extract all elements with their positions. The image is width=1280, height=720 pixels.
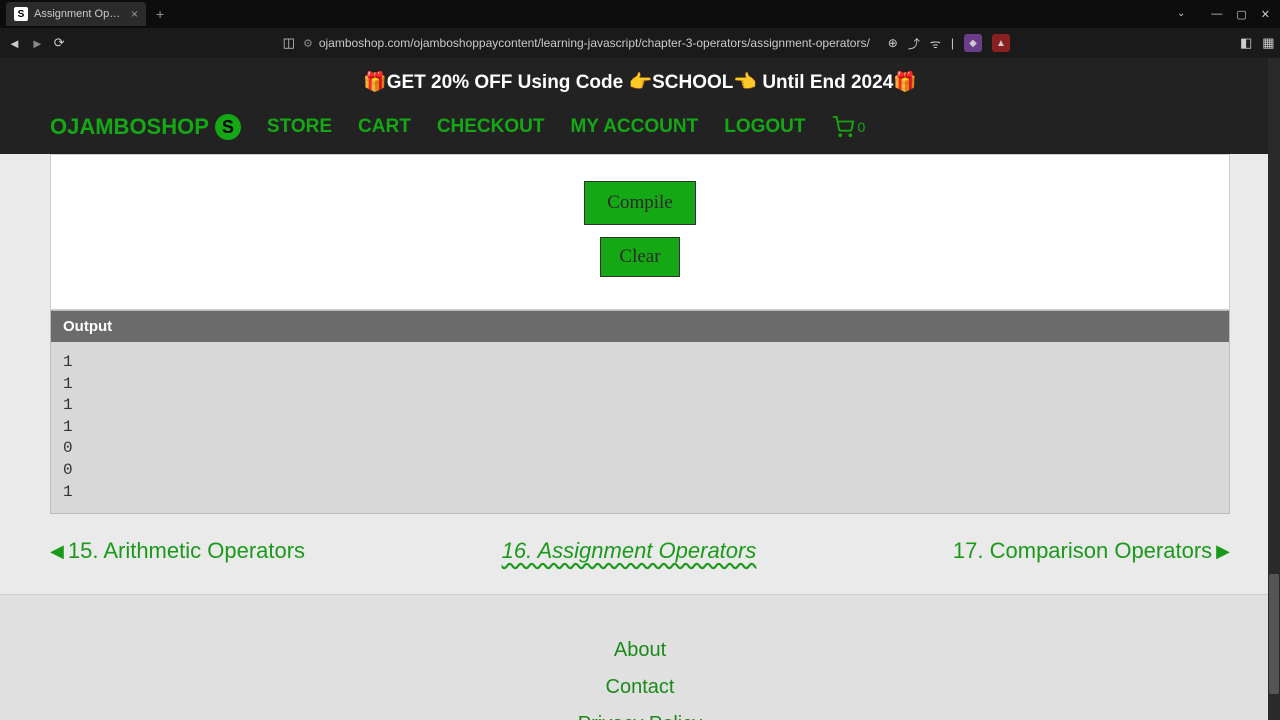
pagination: ◀ 15. Arithmetic Operators 16. Assignmen… (50, 514, 1230, 594)
url-bar[interactable]: ◫ ⚙ ojamboshop.com/ojamboshoppaycontent/… (275, 31, 878, 55)
scrollbar[interactable] (1268, 58, 1280, 720)
rss-icon[interactable]: ᯤ (930, 35, 941, 52)
extension-icon[interactable]: ▲ (992, 34, 1010, 52)
logo[interactable]: OJAMBOSHOP S (50, 114, 241, 140)
output-header: Output (51, 311, 1229, 342)
back-button[interactable]: ◄ (8, 36, 21, 51)
compile-section: Compile Clear (50, 154, 1230, 310)
cart-icon-link[interactable]: 0 (832, 116, 866, 138)
cart-count: 0 (858, 119, 866, 135)
output-body: 1 1 1 1 0 0 1 (51, 342, 1229, 513)
prev-chapter-label: 15. Arithmetic Operators (68, 538, 305, 564)
nav-my-account[interactable]: MY ACCOUNT (570, 116, 698, 138)
tabs-dropdown-icon[interactable]: ⌄ (1177, 8, 1185, 21)
current-chapter-link[interactable]: 16. Assignment Operators (502, 538, 757, 564)
main-nav: OJAMBOSHOP S STORE CART CHECKOUT MY ACCO… (0, 106, 1280, 154)
site-settings-icon[interactable]: ⚙ (303, 37, 313, 50)
nav-checkout[interactable]: CHECKOUT (437, 116, 545, 138)
compile-button[interactable]: Compile (584, 181, 695, 225)
tab-bar: S Assignment Operators - Oj × + ⌄ — ▢ ✕ (0, 0, 1280, 28)
reload-button[interactable]: ⟳ (54, 35, 65, 51)
footer-privacy[interactable]: Privacy Policy (0, 713, 1280, 720)
zoom-icon[interactable]: ⊕ (888, 36, 898, 50)
footer: About Contact Privacy Policy (0, 594, 1280, 720)
share-icon[interactable]: ⤴ (908, 35, 920, 52)
divider: | (951, 36, 954, 50)
extension-icon[interactable]: ◆ (964, 34, 982, 52)
promo-banner: 🎁GET 20% OFF Using Code 👉SCHOOL👈 Until E… (0, 58, 1280, 106)
nav-bar: ◄ ► ⟳ ◫ ⚙ ojamboshop.com/ojamboshoppayco… (0, 28, 1280, 58)
reader-icon[interactable]: ▦ (1262, 35, 1274, 51)
url-text: ojamboshop.com/ojamboshoppaycontent/lear… (319, 36, 870, 50)
next-chapter-link[interactable]: 17. Comparison Operators ▶ (953, 538, 1230, 564)
maximize-icon[interactable]: ▢ (1236, 8, 1246, 21)
forward-button[interactable]: ► (31, 36, 44, 51)
output-panel: Output 1 1 1 1 0 0 1 (50, 310, 1230, 514)
logo-text: OJAMBOSHOP (50, 114, 209, 140)
sidebar-icon[interactable]: ◧ (1240, 35, 1252, 51)
tab-close-icon[interactable]: × (131, 7, 138, 21)
footer-about[interactable]: About (0, 639, 1280, 662)
nav-logout[interactable]: LOGOUT (724, 116, 805, 138)
browser-tab[interactable]: S Assignment Operators - Oj × (6, 2, 146, 26)
bookmark-icon[interactable]: ◫ (283, 35, 295, 51)
next-chapter-label: 17. Comparison Operators (953, 538, 1212, 564)
tab-favicon: S (14, 7, 28, 21)
nav-cart[interactable]: CART (358, 116, 411, 138)
cart-icon (832, 116, 854, 138)
footer-contact[interactable]: Contact (0, 676, 1280, 699)
clear-button[interactable]: Clear (600, 237, 679, 277)
tab-title: Assignment Operators - Oj (34, 8, 125, 20)
next-arrow-icon: ▶ (1216, 541, 1230, 562)
new-tab-button[interactable]: + (156, 6, 164, 22)
page-content: 🎁GET 20% OFF Using Code 👉SCHOOL👈 Until E… (0, 58, 1280, 720)
prev-chapter-link[interactable]: ◀ 15. Arithmetic Operators (50, 538, 305, 564)
logo-mark: S (215, 114, 241, 140)
prev-arrow-icon: ◀ (50, 541, 64, 562)
minimize-icon[interactable]: — (1211, 8, 1222, 21)
scrollbar-thumb[interactable] (1269, 574, 1279, 693)
nav-store[interactable]: STORE (267, 116, 332, 138)
close-window-icon[interactable]: ✕ (1261, 8, 1270, 21)
